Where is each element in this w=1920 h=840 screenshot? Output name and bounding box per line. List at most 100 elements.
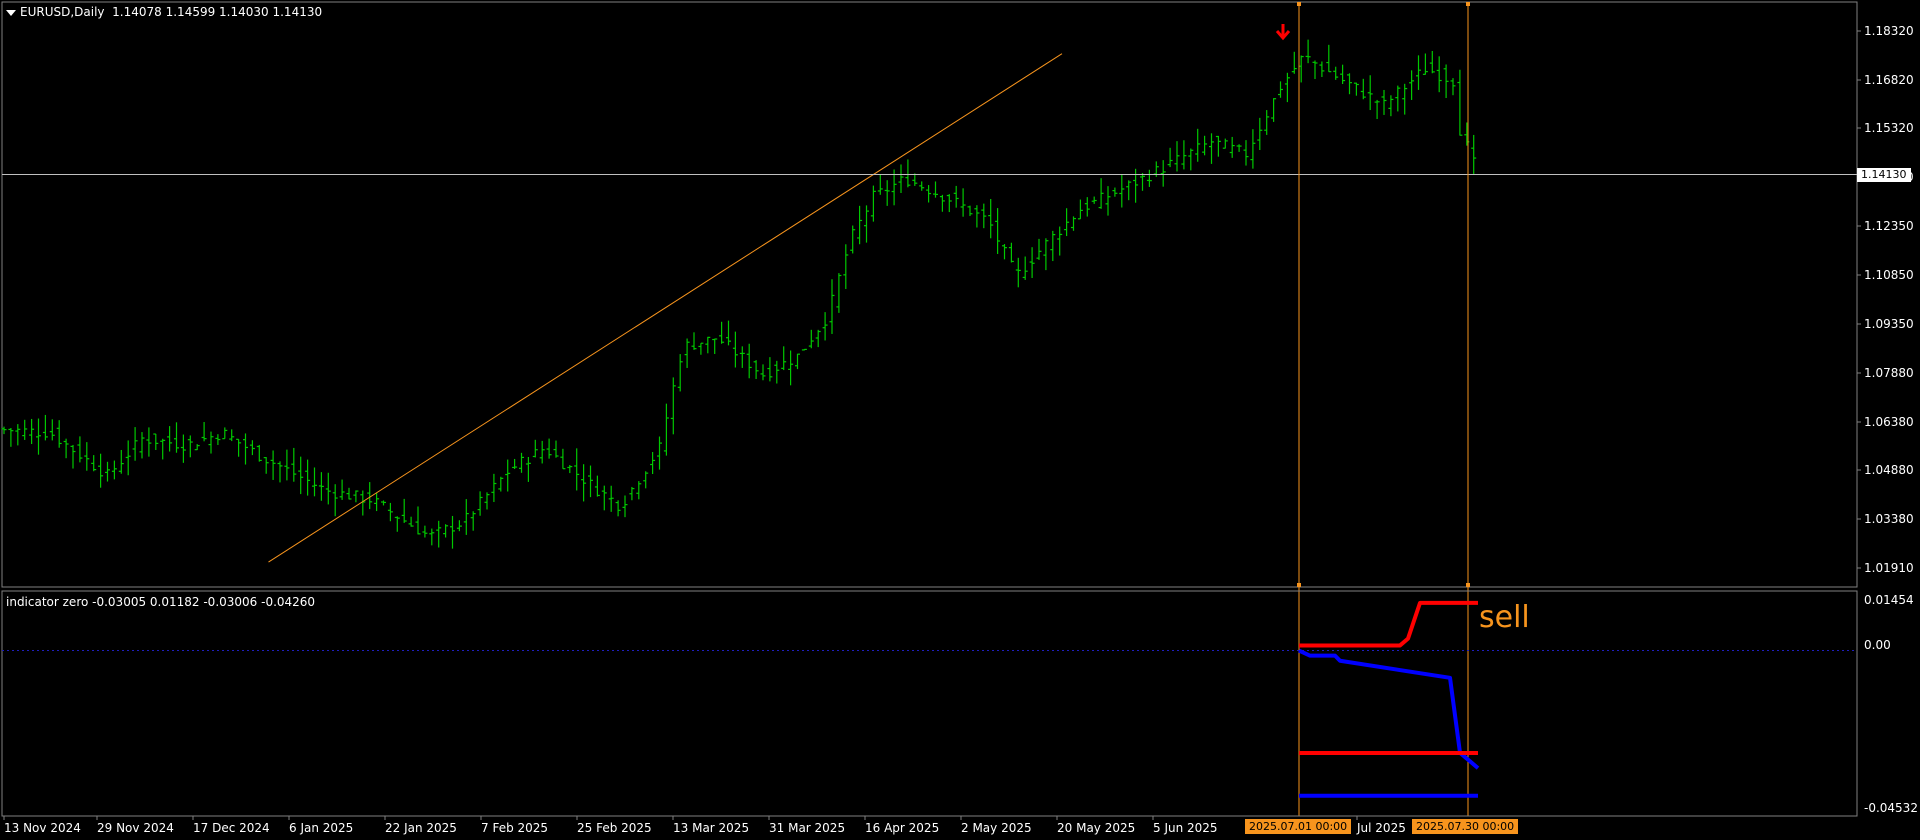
- ohlc-bar: [608, 485, 614, 512]
- ohlc-bar: [670, 377, 676, 435]
- ohlc-bar: [63, 438, 69, 459]
- ohlc-bar: [808, 329, 814, 349]
- ohlc-bar: [788, 350, 794, 386]
- ohlc-bar: [864, 205, 869, 243]
- ohlc-bar: [1057, 226, 1063, 256]
- ohlc-bar: [222, 427, 228, 440]
- ohlc-bar: [263, 457, 269, 474]
- ohlc-bar: [946, 194, 952, 213]
- ohlc-bar: [408, 516, 414, 527]
- ohlc-bar: [1388, 95, 1394, 117]
- ohlc-bar: [1022, 256, 1028, 280]
- ohlc-bar: [677, 354, 683, 392]
- ohlc-bar: [270, 450, 276, 480]
- ohlc-bar: [1181, 140, 1187, 170]
- ohlc-bar: [298, 456, 304, 495]
- ohlc-bar: [1229, 136, 1235, 158]
- ohlc-bar: [829, 279, 835, 334]
- ohlc-bar: [236, 438, 242, 457]
- time-axis-label: 25 Feb 2025: [577, 821, 652, 835]
- price-tick-label: 1.16820: [1864, 73, 1914, 87]
- ohlc-bar: [118, 449, 124, 474]
- chart-canvas[interactable]: 1.183201.168201.153201.138501.123501.108…: [0, 0, 1920, 840]
- ohlc-bar: [1188, 148, 1194, 171]
- ohlc-bar: [422, 525, 428, 538]
- ohlc-bar: [1291, 51, 1297, 74]
- time-axis-label: 17 Dec 2024: [193, 821, 270, 835]
- indicator-red-upper-line: [1299, 600, 1478, 648]
- ohlc-bar: [1422, 53, 1428, 75]
- ohlc-bar: [98, 453, 104, 488]
- ohlc-bar: [622, 495, 628, 518]
- ohlc-bar: [332, 484, 338, 517]
- time-axis-label: 22 Jan 2025: [385, 821, 457, 835]
- time-axis-label: 13 Nov 2024: [4, 821, 81, 835]
- ohlc-bar: [1319, 61, 1325, 78]
- time-axis-label: 5 Jun 2025: [1153, 821, 1218, 835]
- ohlc-bar: [15, 424, 21, 446]
- price-pane[interactable]: [1, 1, 1858, 816]
- ohlc-bar: [1091, 196, 1097, 204]
- ohlc-bar: [1436, 56, 1442, 93]
- dropdown-triangle-icon[interactable]: [6, 9, 16, 16]
- ohlc-bar: [712, 338, 718, 354]
- price-tick-label: 1.04880: [1864, 463, 1914, 477]
- price-tick-label: 1.15320: [1864, 121, 1914, 135]
- ohlc-bar: [1429, 50, 1435, 74]
- ohlc-bar: [450, 515, 455, 549]
- ohlc-bar: [1209, 133, 1214, 164]
- ohlc-bar: [705, 336, 711, 354]
- indicator-blue-main-line: [1298, 648, 1480, 770]
- ohlc-bar: [732, 331, 738, 368]
- ohlc-bar: [1457, 69, 1463, 136]
- ohlc-bar: [739, 346, 745, 368]
- time-axis-label: 20 May 2025: [1057, 821, 1135, 835]
- ohlc-bar: [77, 436, 83, 463]
- time-axis-label: 6 Jan 2025: [289, 821, 353, 835]
- ohlc-bar: [125, 440, 131, 476]
- ohlc-bar: [463, 499, 469, 535]
- indicator-pane[interactable]: [1, 590, 1858, 817]
- ohlc-bar: [1112, 187, 1118, 197]
- ohlc-bar: [1174, 141, 1180, 172]
- ohlc-bar: [443, 524, 449, 538]
- ohlc-bar: [643, 471, 649, 489]
- ohlc-bar: [1126, 180, 1132, 201]
- ohlc-bar: [1333, 66, 1339, 80]
- indicator-tick-label: 0.01454: [1864, 593, 1914, 607]
- ohlc-bar: [995, 208, 1001, 254]
- symbol-header[interactable]: EURUSD,Daily 1.14078 1.14599 1.14030 1.1…: [6, 5, 322, 19]
- ohlc-bar: [519, 452, 524, 473]
- ohlc-bar: [167, 426, 173, 452]
- ohlc-bar: [594, 475, 600, 497]
- ohlc-bar: [795, 353, 800, 370]
- ohlc-bar: [836, 273, 842, 313]
- ohlc-bar: [1443, 64, 1449, 99]
- ohlc-bar: [781, 346, 787, 371]
- vline-date-tag-2: 2025.07.30 00:00: [1412, 819, 1519, 834]
- time-axis-label: Jul 2025: [1356, 821, 1406, 835]
- ohlc-bar: [1167, 147, 1173, 168]
- ohlc-bar: [719, 321, 725, 344]
- ohlc-bar: [1029, 247, 1035, 279]
- ohlc-bar: [374, 492, 380, 512]
- ohlc-bar: [601, 485, 607, 511]
- ohlc-bar: [436, 520, 442, 548]
- ohlc-bar: [194, 444, 200, 451]
- ohlc-bar: [1278, 81, 1283, 98]
- ohlc-bar: [291, 447, 297, 482]
- ohlc-bar: [1464, 122, 1470, 146]
- ohlc-bar: [42, 414, 48, 441]
- ohlc-bar: [1381, 89, 1387, 115]
- ohlc-bar: [387, 502, 393, 522]
- time-axis-label: 29 Nov 2024: [97, 821, 174, 835]
- ohlc-bar: [933, 181, 938, 198]
- ohlc-bar: [201, 422, 207, 442]
- ohlc-bar: [774, 360, 780, 384]
- ohlc-bar: [415, 506, 421, 535]
- ohlc-bar: [560, 448, 566, 470]
- ohlc-bar: [1119, 174, 1125, 208]
- ohlc-bar: [1305, 39, 1311, 64]
- ohlc-bar: [36, 418, 41, 455]
- ohlc-bar: [505, 459, 511, 492]
